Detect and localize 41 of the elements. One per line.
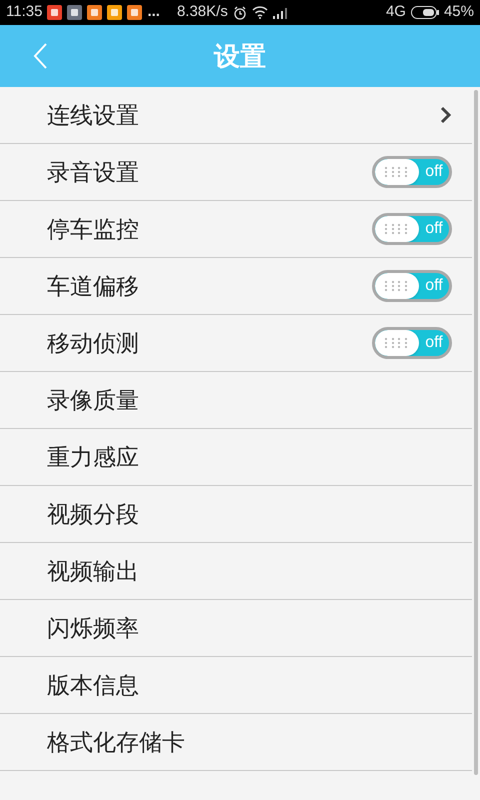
battery-icon — [410, 6, 439, 19]
row-label: 格式化存储卡 — [47, 728, 185, 757]
app-icon — [107, 5, 122, 20]
row-label: 版本信息 — [47, 670, 139, 700]
settings-row[interactable]: 录像质量 — [0, 372, 472, 429]
row-label: 车道偏移 — [47, 272, 139, 301]
row-label: 录像质量 — [47, 386, 139, 415]
settings-row[interactable]: 版本信息 — [0, 657, 472, 714]
app-icon — [67, 5, 82, 20]
settings-row[interactable]: 格式化存储卡 — [0, 714, 472, 771]
page-title: 设置 — [214, 40, 266, 72]
signal-icon — [272, 6, 289, 18]
settings-row[interactable]: 停车监控 off — [0, 201, 472, 258]
more-indicator: ... — [147, 2, 160, 22]
network-type: 4G — [386, 2, 406, 22]
row-label: 录音设置 — [47, 158, 139, 187]
app-icon — [47, 5, 62, 20]
settings-row[interactable]: 录音设置 off — [0, 144, 472, 201]
row-label: 停车监控 — [47, 214, 139, 244]
settings-row[interactable]: 移动侦测 off — [0, 315, 472, 372]
clock: 11:35 — [6, 2, 42, 22]
row-label: 连线设置 — [47, 100, 139, 130]
row-label: 闪烁频率 — [47, 614, 139, 643]
row-label: 移动侦测 — [47, 328, 139, 358]
back-icon — [32, 42, 48, 70]
settings-row[interactable]: 视频分段 — [0, 486, 472, 543]
network-speed: 8.38K/s — [176, 2, 228, 22]
app-icon — [87, 5, 102, 20]
alarm-icon — [232, 6, 247, 20]
settings-row[interactable]: 车道偏移 off — [0, 258, 472, 315]
settings-row[interactable]: 闪烁频率 — [0, 600, 472, 657]
row-label: 视频分段 — [47, 500, 139, 529]
wifi-icon — [252, 6, 268, 19]
settings-row[interactable]: 连线设置 — [0, 87, 472, 144]
settings-row[interactable]: 视频输出 — [0, 543, 472, 600]
app-icon — [127, 5, 142, 20]
row-label: 重力感应 — [47, 442, 139, 472]
row-label: 视频输出 — [47, 556, 139, 586]
chevron-right-icon — [440, 106, 452, 124]
battery-percent: 45% — [444, 2, 474, 22]
settings-row[interactable]: 重力感应 — [0, 429, 472, 486]
